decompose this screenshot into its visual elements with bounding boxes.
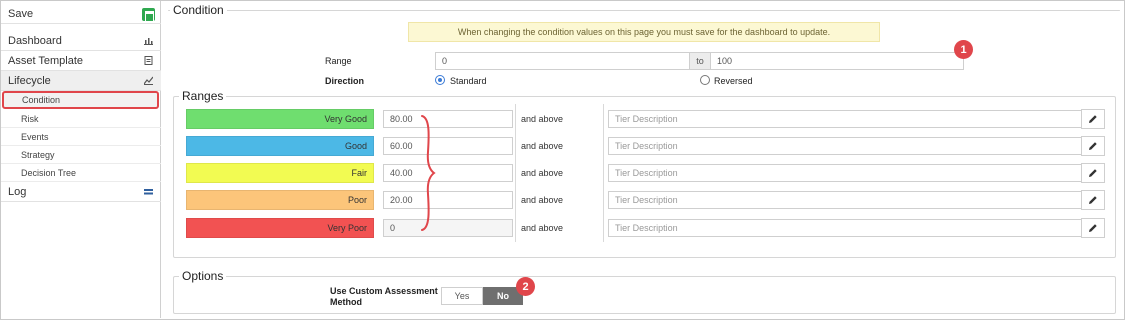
direction-reversed-radio[interactable] <box>700 75 710 85</box>
sidebar-subitem-label: Strategy <box>21 149 55 160</box>
column-divider <box>603 104 604 242</box>
sidebar-subitem-condition[interactable]: Condition <box>2 91 159 109</box>
sidebar-item-dashboard[interactable]: Dashboard <box>1 31 161 51</box>
sidebar-subitem-label: Condition <box>22 95 61 105</box>
callout-badge-1: 1 <box>954 40 973 59</box>
direction-reversed-label: Reversed <box>714 76 753 86</box>
range-label: Range <box>325 56 352 66</box>
edit-tier-button[interactable] <box>1081 136 1105 156</box>
custom-assessment-yes-button[interactable]: Yes <box>441 287 483 305</box>
tier-description-input[interactable]: Tier Description <box>608 110 1082 128</box>
and-above-label: and above <box>521 168 564 178</box>
sidebar-item-label: Log <box>8 185 27 198</box>
sidebar-subitem-events[interactable]: Events <box>1 128 161 146</box>
sidebar-subitem-label: Risk <box>21 113 39 124</box>
line-chart-icon <box>144 76 153 85</box>
edit-tier-button[interactable] <box>1081 190 1105 210</box>
pencil-icon <box>1089 224 1097 232</box>
direction-standard-radio[interactable] <box>435 75 445 85</box>
tier-value-input: 0 <box>383 219 513 237</box>
list-icon <box>144 189 153 195</box>
template-icon <box>144 56 153 65</box>
sidebar-subitem-risk[interactable]: Risk <box>1 110 161 128</box>
range-to-separator: to <box>689 52 711 70</box>
sidebar-item-label: Save <box>8 7 34 20</box>
and-above-label: and above <box>521 223 564 233</box>
range-from-input[interactable]: 0 <box>435 52 690 70</box>
tier-swatch-poor: Poor <box>186 190 374 210</box>
section-title-condition: Condition <box>170 3 227 17</box>
pencil-icon <box>1089 169 1097 177</box>
save-notice: When changing the condition values on th… <box>408 22 880 42</box>
range-to-input[interactable]: 100 <box>710 52 964 70</box>
sidebar-item-lifecycle[interactable]: Lifecycle <box>1 71 161 91</box>
sidebar-item-label: Lifecycle <box>8 74 51 87</box>
tier-description-input[interactable]: Tier Description <box>608 137 1082 155</box>
options-fieldset <box>173 276 1116 314</box>
edit-tier-button[interactable] <box>1081 163 1105 183</box>
edit-tier-button[interactable] <box>1081 109 1105 129</box>
sidebar-item-label: Asset Template <box>8 54 84 67</box>
tier-description-input[interactable]: Tier Description <box>608 191 1082 209</box>
tier-description-input[interactable]: Tier Description <box>608 164 1082 182</box>
section-title-options: Options <box>179 269 227 283</box>
bar-chart-icon <box>144 38 153 45</box>
tier-swatch-good: Good <box>186 136 374 156</box>
direction-standard-label: Standard <box>450 76 487 86</box>
sidebar-subitem-label: Decision Tree <box>21 167 77 178</box>
tier-swatch-fair: Fair <box>186 163 374 183</box>
sidebar-item-save[interactable]: Save <box>1 4 161 24</box>
column-divider <box>515 104 516 242</box>
tier-value-input[interactable]: 20.00 <box>383 191 513 209</box>
tier-description-input[interactable]: Tier Description <box>608 219 1082 237</box>
tier-swatch-very-poor: Very Poor <box>186 218 374 238</box>
sidebar-item-log[interactable]: Log <box>1 182 161 202</box>
tier-swatch-very-good: Very Good <box>186 109 374 129</box>
sidebar-item-asset-template[interactable]: Asset Template <box>1 51 161 71</box>
section-title-ranges: Ranges <box>179 89 227 103</box>
custom-assessment-label: Use Custom Assessment Method <box>330 286 438 307</box>
tier-value-input[interactable]: 60.00 <box>383 137 513 155</box>
pencil-icon <box>1089 142 1097 150</box>
direction-label: Direction <box>325 76 365 86</box>
tier-value-input[interactable]: 80.00 <box>383 110 513 128</box>
brace-annotation <box>421 115 436 231</box>
sidebar-subitem-decision-tree[interactable]: Decision Tree <box>1 164 161 182</box>
and-above-label: and above <box>521 141 564 151</box>
sidebar-subitem-label: Events <box>21 131 49 142</box>
save-icon[interactable] <box>142 8 155 22</box>
edit-tier-button[interactable] <box>1081 218 1105 238</box>
and-above-label: and above <box>521 114 564 124</box>
condition-divider <box>168 10 1120 11</box>
sidebar-subitem-strategy[interactable]: Strategy <box>1 146 161 164</box>
tier-value-input[interactable]: 40.00 <box>383 164 513 182</box>
and-above-label: and above <box>521 195 564 205</box>
callout-badge-2: 2 <box>516 277 535 296</box>
sidebar-item-label: Dashboard <box>8 34 62 47</box>
pencil-icon <box>1089 115 1097 123</box>
pencil-icon <box>1089 196 1097 204</box>
sidebar: Save Dashboard Asset Template Lifecycle … <box>1 1 161 318</box>
